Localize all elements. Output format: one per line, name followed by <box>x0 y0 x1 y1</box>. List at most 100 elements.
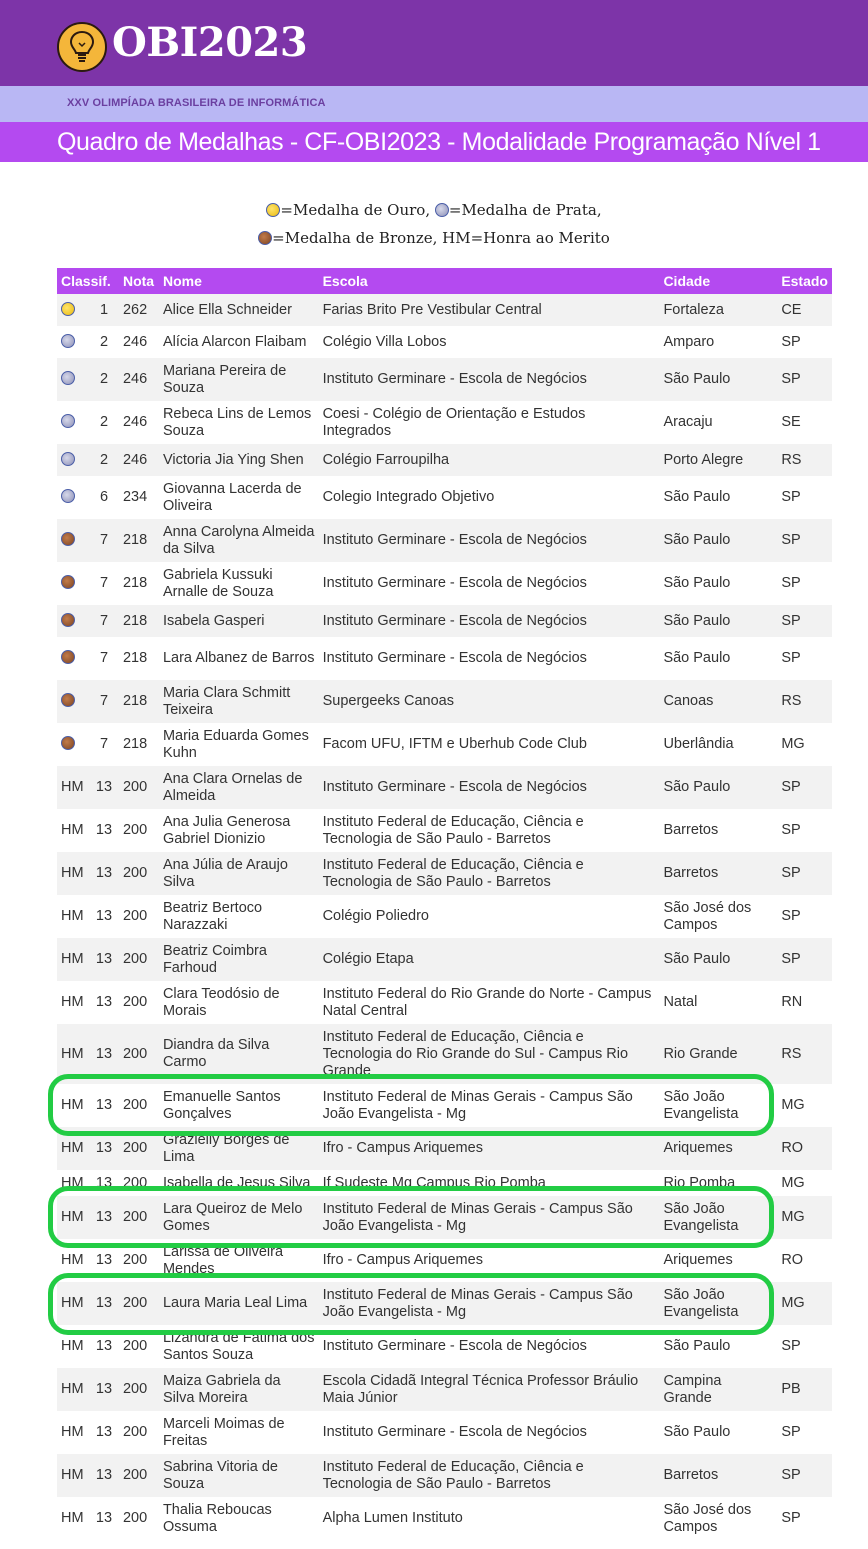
cell-estado: CE <box>781 301 802 318</box>
cell-estado: SP <box>781 951 801 967</box>
table-row: 2 246 Victoria Jia Ying Shen Colégio Farrou… <box>57 444 832 476</box>
table-row: HM 13 200 Lara Queiroz de Melo Gomes Institu… <box>57 1196 832 1239</box>
cell-medal <box>57 562 89 605</box>
olympiad-subtitle[interactable]: XXV OLIMPÍADA BRASILEIRA DE INFORMÁTICA <box>67 97 326 109</box>
cell-medal: HM <box>57 1454 89 1497</box>
cell-estado: SP <box>781 1338 801 1354</box>
honor-mention-label: HM <box>61 1174 84 1191</box>
cell-nome: Isabella de Jesus Silva <box>162 1174 311 1191</box>
cell-cidade: Natal <box>663 994 698 1010</box>
cell-cidade: Uberlândia <box>663 736 734 752</box>
bronze-medal-icon <box>61 736 75 750</box>
cell-rank: 13 <box>95 1381 113 1397</box>
cell-escola: Ifro - Campus Ariquemes <box>322 1252 483 1268</box>
cell-escola: Alpha Lumen Instituto <box>322 1510 463 1526</box>
cell-estado: SP <box>781 822 801 838</box>
cell-nota: 200 <box>122 994 148 1010</box>
table-row: HM 13 200 Isabella de Jesus Silva If Sudeste… <box>57 1170 832 1196</box>
cell-nota: 200 <box>122 1424 148 1440</box>
cell-nota: 218 <box>122 693 148 709</box>
cell-estado: RS <box>781 1045 802 1062</box>
cell-estado: SP <box>781 371 801 387</box>
silver-medal-icon <box>61 451 75 466</box>
cell-medal: HM <box>57 1024 89 1084</box>
honor-mention-label: HM <box>61 908 84 924</box>
table-row: 7 218 Maria Eduarda Gomes Kuhn Facom UFU, I… <box>57 723 832 766</box>
cell-medal <box>57 723 89 766</box>
cell-nome: Beatriz Coimbra Farhoud <box>162 942 267 976</box>
cell-estado: RS <box>781 451 802 468</box>
cell-nota: 200 <box>122 1252 148 1268</box>
cell-estado: MG <box>781 736 805 752</box>
cell-escola: Instituto Federal de Educação, Ciência e… <box>322 813 584 847</box>
cell-escola: Facom UFU, IFTM e Uberhub Code Club <box>322 736 587 752</box>
cell-rank: 7 <box>99 532 109 548</box>
cell-estado: SP <box>781 612 801 629</box>
cell-nome: Maria Eduarda Gomes Kuhn <box>162 727 309 761</box>
column-header-estado: Estado <box>777 268 832 294</box>
bronze-medal-icon <box>61 650 75 664</box>
cell-cidade: São João Evangelista <box>663 1200 739 1234</box>
sub-header: XXV OLIMPÍADA BRASILEIRA DE INFORMÁTICA <box>0 86 868 122</box>
cell-escola: Colégio Villa Lobos <box>322 333 447 350</box>
cell-escola: Instituto Federal de Educação, Ciência e… <box>322 856 584 890</box>
cell-nome: Beatriz Bertoco Narazzaki <box>162 899 263 933</box>
bronze-medal-icon <box>258 231 273 245</box>
legend-gold-text: =Medalha de Ouro, <box>280 201 431 219</box>
cell-cidade: São Paulo <box>663 489 731 505</box>
cell-escola: Farias Brito Pre Vestibular Central <box>322 301 542 318</box>
cell-nota: 200 <box>122 1510 148 1526</box>
cell-medal <box>57 401 89 444</box>
lightbulb-logo-icon <box>57 22 107 72</box>
gold-medal-icon <box>266 203 281 217</box>
cell-nota: 200 <box>122 1295 148 1311</box>
cell-escola: Supergeeks Canoas <box>322 693 454 709</box>
cell-estado: SP <box>781 532 801 548</box>
column-header-nome: Nome <box>158 268 319 294</box>
cell-cidade: São Paulo <box>663 951 731 967</box>
cell-cidade: Rio Pomba <box>663 1174 736 1191</box>
honor-mention-label: HM <box>61 865 84 881</box>
cell-rank: 13 <box>95 1097 113 1113</box>
cell-rank: 7 <box>99 575 109 591</box>
honor-mention-label: HM <box>61 1424 84 1440</box>
cell-estado: SP <box>781 1467 801 1483</box>
cell-estado: RS <box>781 693 802 709</box>
table-row: 7 218 Gabriela Kussuki Arnalle de Souza Ins… <box>57 562 832 605</box>
cell-nota: 200 <box>122 1338 148 1354</box>
cell-nota: 200 <box>122 865 148 881</box>
cell-escola: Instituto Germinare - Escola de Negócios <box>322 371 587 387</box>
cell-medal <box>57 444 89 476</box>
cell-escola: Instituto Federal de Educação, Ciência e… <box>322 1028 629 1079</box>
cell-medal: HM <box>57 1368 89 1411</box>
site-logo-text[interactable]: OBI2023 <box>112 19 308 66</box>
cell-rank: 13 <box>95 1209 113 1225</box>
honor-mention-label: HM <box>61 1295 84 1311</box>
cell-cidade: Rio Grande <box>663 1045 738 1062</box>
table-row: HM 13 200 Thalia Reboucas Ossuma Alpha Lumen… <box>57 1497 832 1540</box>
cell-nome: Clara Teodósio de Morais <box>162 985 280 1019</box>
cell-nota: 218 <box>122 575 148 591</box>
cell-nota: 200 <box>122 1209 148 1225</box>
cell-rank: 1 <box>99 301 109 318</box>
cell-nome: Marceli Moimas de Freitas <box>162 1415 285 1449</box>
cell-medal <box>57 605 89 637</box>
medal-legend: =Medalha de Ouro, =Medalha de Prata, =Me… <box>0 196 868 252</box>
cell-medal: HM <box>57 766 89 809</box>
cell-cidade: Aracaju <box>663 414 713 430</box>
cell-nota: 200 <box>122 1097 148 1113</box>
cell-medal <box>57 358 89 401</box>
cell-rank: 13 <box>95 908 113 924</box>
cell-nome: Maria Clara Schmitt Teixeira <box>162 684 291 718</box>
cell-nome: Gabriela Kussuki Arnalle de Souza <box>162 566 274 600</box>
medal-table: Classif. Nota Nome Escola Cidade Estado … <box>57 268 832 1540</box>
cell-rank: 13 <box>95 1467 113 1483</box>
cell-escola: Instituto Germinare - Escola de Negócios <box>322 1424 587 1440</box>
cell-estado: RO <box>781 1252 804 1268</box>
cell-medal: HM <box>57 1196 89 1239</box>
honor-mention-label: HM <box>61 1045 84 1062</box>
cell-rank: 13 <box>95 1174 113 1191</box>
table-row: HM 13 200 Marceli Moimas de Freitas Institut… <box>57 1411 832 1454</box>
cell-nome: Alice Ella Schneider <box>162 301 292 318</box>
cell-estado: MG <box>781 1174 805 1191</box>
